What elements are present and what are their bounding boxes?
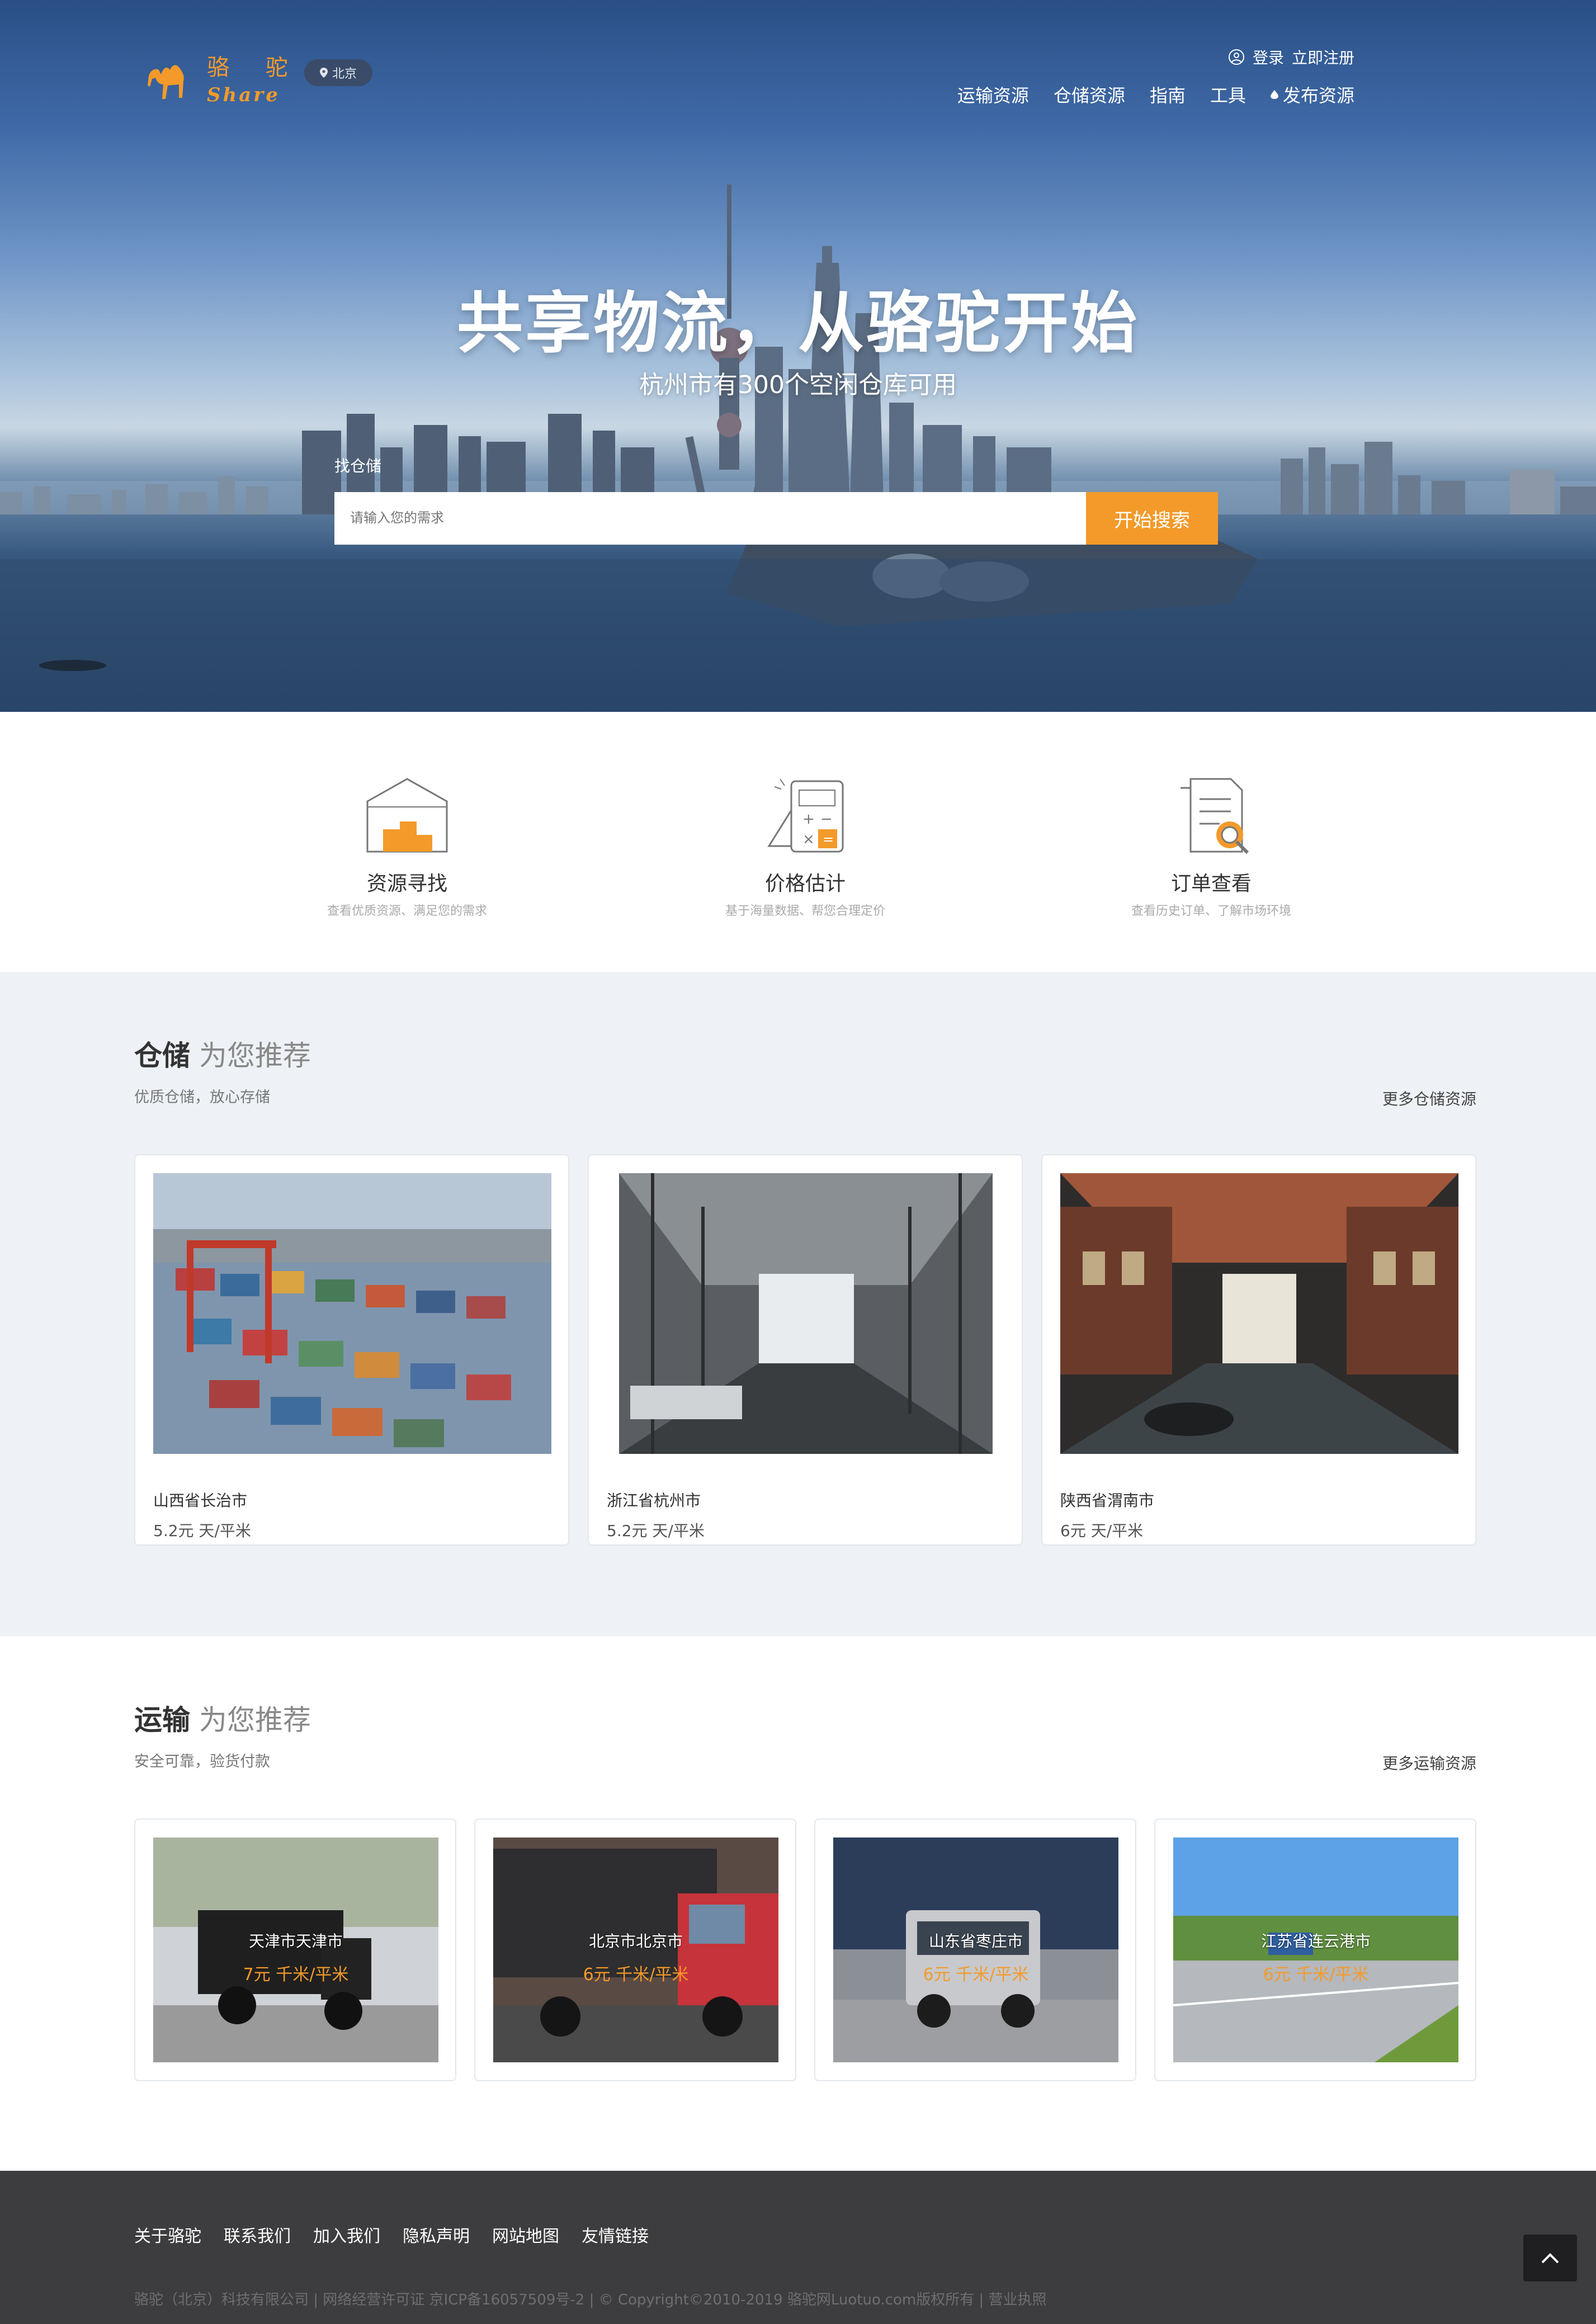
svg-text:×: × [802, 831, 815, 848]
footer-link-friends[interactable]: 友情链接 [582, 2222, 649, 2247]
account-links: 登录 立即注册 [1228, 46, 1354, 68]
section-title: 运输 [134, 1704, 190, 1736]
section-title: 仓储 [134, 1040, 190, 1072]
svg-text:+: + [802, 811, 815, 828]
search-bar: 开始搜索 [334, 492, 1218, 545]
transport-location: 北京市北京市 [588, 1932, 683, 1950]
section-title-suffix: 为您推荐 [199, 1040, 311, 1072]
warehouse-location: 山西省长治市 [153, 1491, 248, 1510]
transport-card[interactable]: 天津市天津市 7元 千米/平米 [134, 1818, 456, 2081]
footer-link-sitemap[interactable]: 网站地图 [492, 2222, 559, 2247]
feature-desc: 查看优质资源、满足您的需求 [327, 904, 487, 918]
container-yard-photo [153, 1173, 551, 1454]
transport-card[interactable]: 北京市北京市 6元 千米/平米 [474, 1818, 796, 2081]
warehouse-card[interactable]: 山西省长治市 5.2元 天/平米 [134, 1154, 569, 1546]
city-name: 北京 [332, 67, 357, 81]
search-button[interactable]: 开始搜索 [1086, 492, 1218, 545]
warehouse-card[interactable]: 浙江省杭州市 5.2元 天/平米 [588, 1154, 1023, 1546]
footer-link-about[interactable]: 关于骆驼 [134, 2222, 201, 2247]
site-logo[interactable]: 骆 驼 Share [144, 49, 303, 106]
svg-text:−: − [820, 811, 833, 828]
drop-icon [1270, 90, 1278, 99]
search-tab-warehouse[interactable]: 找仓储 [334, 454, 381, 476]
hero-banner: 骆 驼 Share 北京 登录 立即注册 运输资源 仓储资源 指南 工具 发布资… [0, 0, 1596, 712]
transport-location: 江苏省连云港市 [1260, 1932, 1371, 1950]
warehouse-price: 6元 天/平米 [1060, 1522, 1144, 1540]
section-desc: 优质仓储，放心存储 [134, 1089, 270, 1106]
factory-hall-photo [619, 1173, 993, 1454]
user-icon [1228, 49, 1244, 65]
transport-price: 6元 千米/平米 [583, 1965, 689, 1985]
location-pin-icon [319, 68, 328, 78]
nav-transport[interactable]: 运输资源 [957, 82, 1029, 107]
feature-desc: 查看历史订单、了解市场环境 [1131, 904, 1291, 918]
section-title-suffix: 为您推荐 [199, 1704, 311, 1736]
feature-title: 资源寻找 [366, 872, 447, 895]
footer-link-contact[interactable]: 联系我们 [224, 2222, 291, 2247]
transport-price: 6元 千米/平米 [1263, 1965, 1369, 1985]
login-link[interactable]: 登录 [1253, 46, 1284, 68]
search-input[interactable] [334, 492, 1086, 545]
city-selector[interactable]: 北京 [304, 59, 372, 86]
warehouse-price: 5.2元 天/平米 [607, 1522, 705, 1540]
copyright-text: 骆驼（北京）科技有限公司 | 网络经营许可证 京ICP备16057509号-2 … [134, 2292, 1047, 2308]
footer-links: 关于骆驼 联系我们 加入我们 隐私声明 网站地图 友情链接 [134, 2222, 649, 2247]
logo-text-en: Share [207, 84, 280, 106]
feature-desc: 基于海量数据、帮您合理定价 [725, 904, 885, 918]
feature-resource-search[interactable]: 资源寻找 查看优质资源、满足您的需求 [239, 712, 575, 919]
transport-card[interactable]: 江苏省连云港市 6元 千米/平米 [1154, 1818, 1476, 2081]
feature-order-view[interactable]: 订单查看 查看历史订单、了解市场环境 [1043, 712, 1379, 919]
warehouse-icon [366, 778, 448, 853]
transport-card[interactable]: 山东省枣庄市 6元 千米/平米 [814, 1818, 1136, 2081]
transport-price: 6元 千米/平米 [923, 1965, 1029, 1985]
nav-publish[interactable]: 发布资源 [1270, 82, 1354, 107]
warehouse-card[interactable]: 陕西省渭南市 6元 天/平米 [1041, 1154, 1476, 1546]
feature-price-estimate[interactable]: + − × = 价格估计 基于海量数据、帮您合理定价 [638, 712, 973, 919]
transport-section-header: 运输 为您推荐 安全可靠，验货付款 [134, 1698, 311, 1771]
nav-publish-label: 发布资源 [1282, 85, 1354, 106]
warehouse-location: 浙江省杭州市 [607, 1491, 701, 1510]
transport-location: 天津市天津市 [248, 1932, 343, 1950]
register-link[interactable]: 立即注册 [1292, 46, 1354, 68]
calculator-icon: + − × = [767, 778, 844, 853]
transport-recommend-section: 运输 为您推荐 安全可靠，验货付款 更多运输资源 天津市天津市 7元 千米/平米… [0, 1636, 1596, 2171]
more-transport-link[interactable]: 更多运输资源 [1382, 1751, 1476, 1774]
feature-title: 订单查看 [1170, 872, 1252, 895]
more-warehouse-link[interactable]: 更多仓储资源 [1382, 1087, 1476, 1109]
nav-tools[interactable]: 工具 [1210, 82, 1246, 107]
warehouse-section-header: 仓储 为您推荐 优质仓储，放心存储 [134, 1033, 311, 1107]
transport-price: 7元 千米/平米 [243, 1965, 349, 1985]
camel-logo-icon [148, 65, 184, 99]
main-nav: 运输资源 仓储资源 指南 工具 发布资源 [957, 82, 1354, 107]
nav-guide[interactable]: 指南 [1150, 82, 1186, 107]
section-desc: 安全可靠，验货付款 [134, 1753, 270, 1770]
chevron-up-icon [1541, 2253, 1559, 2264]
footer-link-privacy[interactable]: 隐私声明 [403, 2222, 470, 2247]
svg-text:=: = [823, 832, 834, 847]
nav-warehouse[interactable]: 仓储资源 [1054, 82, 1125, 107]
footer: 关于骆驼 联系我们 加入我们 隐私声明 网站地图 友情链接 骆驼（北京）科技有限… [0, 2171, 1596, 2324]
warehouse-recommend-section: 仓储 为您推荐 优质仓储，放心存储 更多仓储资源 山西省长治市 5.2元 天/平… [0, 972, 1596, 1636]
hero-title: 共享物流，从骆驼开始 [456, 285, 1139, 362]
feature-title: 价格估计 [764, 872, 846, 895]
feature-strip: 资源寻找 查看优质资源、满足您的需求 + − × = 价格估计 基于海量数据、帮… [0, 712, 1596, 972]
transport-location: 山东省枣庄市 [928, 1932, 1023, 1950]
warehouse-location: 陕西省渭南市 [1060, 1491, 1155, 1510]
logo-text-cn: 骆 驼 [207, 55, 303, 81]
hero-subtitle: 杭州市有300个空闲仓库可用 [639, 371, 957, 399]
footer-link-join[interactable]: 加入我们 [313, 2222, 380, 2247]
brick-warehouse-photo [1060, 1173, 1458, 1454]
order-search-icon [1181, 778, 1249, 854]
warehouse-price: 5.2元 天/平米 [153, 1522, 251, 1540]
back-to-top-button[interactable] [1523, 2235, 1577, 2282]
